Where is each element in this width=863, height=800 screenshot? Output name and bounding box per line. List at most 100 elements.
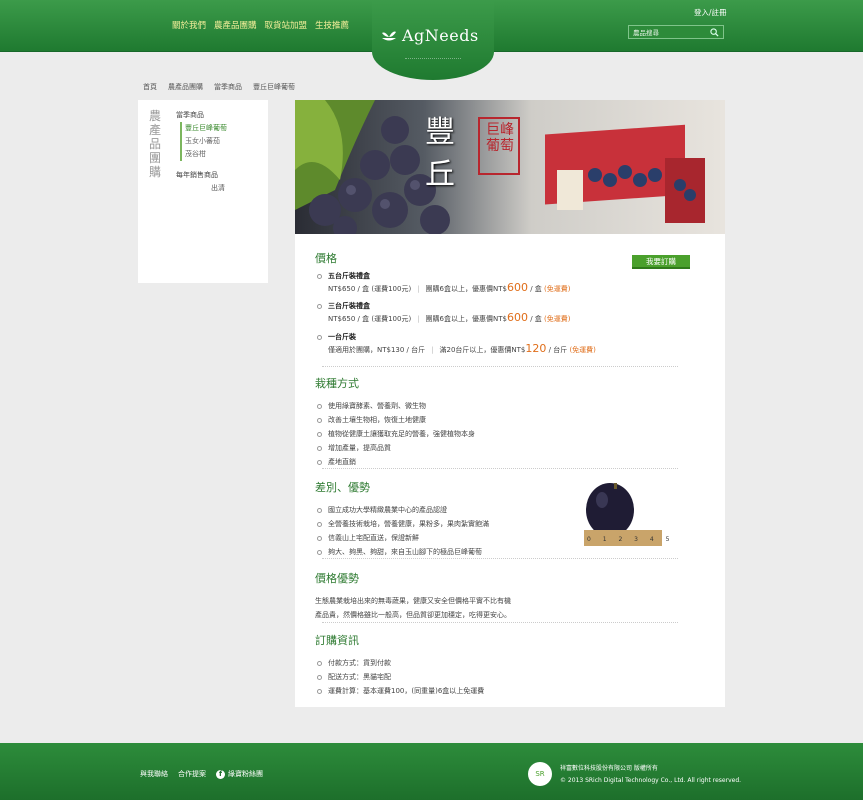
login-link[interactable]: 登入/註冊 bbox=[694, 7, 727, 18]
footer-contact[interactable]: 與我聯絡 bbox=[140, 769, 168, 779]
bullet-icon bbox=[317, 674, 322, 680]
value-title: 價格優勢 bbox=[315, 572, 359, 585]
search-placeholder: 農品搜尋 bbox=[633, 29, 659, 37]
divider: | bbox=[417, 315, 420, 323]
divider: | bbox=[417, 285, 420, 293]
sidebar-group-season[interactable]: 當季商品 bbox=[176, 109, 227, 122]
price-unit: / 盒 bbox=[530, 315, 542, 323]
footer-fanpage[interactable]: f 綠寶粉絲團 bbox=[216, 769, 263, 779]
bullet-icon bbox=[317, 459, 322, 465]
price-bulk-value: 600 bbox=[506, 311, 528, 324]
banner-stamp: 巨峰葡萄 bbox=[486, 122, 514, 154]
bullet-icon bbox=[317, 417, 322, 423]
list-item-text: 改善土壤生物相，恢復土地健康 bbox=[328, 416, 426, 424]
cultivation-section: 栽種方式 使用綠寶酵素、營養劑、微生物 改善土壤生物相，恢復土地健康 植物從健康… bbox=[315, 375, 707, 469]
free-shipping-note: (免運費) bbox=[544, 285, 571, 293]
list-item-text: 配送方式：黑貓宅配 bbox=[328, 673, 391, 681]
sidebar: 農產品團購 當季商品 豐丘巨峰葡萄 玉女小蕃茄 茂谷柑 每年銷售商品 出清 bbox=[138, 100, 268, 283]
price-unit: / 盒 bbox=[530, 285, 542, 293]
list-item-text: 國立成功大學精緻農業中心的產品認證 bbox=[328, 506, 447, 514]
nav-biotech[interactable]: 生技推薦 bbox=[315, 19, 349, 31]
sidebar-group-yearly[interactable]: 每年銷售商品 bbox=[176, 169, 227, 182]
bullet-icon bbox=[317, 403, 322, 409]
price-item: 五台斤裝禮盒 NT$650 / 盒 (運費100元) | 團購6盒以上，優惠價NT$… bbox=[317, 270, 571, 295]
facebook-icon: f bbox=[216, 770, 225, 779]
bullet-icon bbox=[317, 431, 322, 437]
cultivation-title: 栽種方式 bbox=[315, 377, 359, 390]
main-content: 豐丘 巨峰葡萄 價格 我要訂購 五台斤裝禮盒 NT$650 / 盒 (運費100… bbox=[295, 100, 725, 707]
bullet-icon bbox=[317, 334, 322, 340]
product-banner: 豐丘 巨峰葡萄 bbox=[295, 100, 725, 234]
section-divider bbox=[322, 468, 678, 469]
section-divider bbox=[322, 622, 678, 623]
logo-badge[interactable]: AgNeeds bbox=[372, 0, 494, 80]
free-shipping-note: (免運費) bbox=[544, 315, 571, 323]
list-item-text: 使用綠寶酵素、營養劑、微生物 bbox=[328, 402, 426, 410]
sidebar-item-clearance[interactable]: 出清 bbox=[211, 182, 227, 195]
list-item-text: 付款方式：貨到付款 bbox=[328, 659, 391, 667]
order-info-section: 訂購資訊 付款方式：貨到付款 配送方式：黑貓宅配 運費計算：基本運費100，(同… bbox=[315, 632, 707, 698]
list-item: 產地直銷 bbox=[317, 455, 707, 469]
sidebar-item-tomato[interactable]: 玉女小蕃茄 bbox=[185, 135, 227, 148]
price-item: 三台斤裝禮盒 NT$650 / 盒 (運費100元) | 團購6盒以上，優惠價NT$… bbox=[317, 300, 571, 325]
breadcrumb: 首頁 農產品團購 當季商品 豐丘巨峰葡萄 bbox=[143, 82, 295, 92]
price-unit: / 台斤 bbox=[548, 346, 568, 354]
price-base: NT$650 / 盒 (運費100元) bbox=[328, 315, 412, 323]
logo-text: AgNeeds bbox=[402, 26, 479, 45]
site-footer: 與我聯絡 合作提案 f 綠寶粉絲團 SR 祥富數位科技股份有限公司 版權所有 © … bbox=[0, 743, 863, 800]
price-bulk-value: 600 bbox=[506, 281, 528, 294]
list-item-text: 增加產量，提高品質 bbox=[328, 444, 391, 452]
footer-proposal[interactable]: 合作提案 bbox=[178, 769, 206, 779]
order-info-title: 訂購資訊 bbox=[315, 634, 359, 647]
company-logo-icon: SR bbox=[528, 762, 552, 786]
bullet-icon bbox=[317, 549, 322, 555]
leaf-logo-icon bbox=[382, 31, 396, 40]
list-item: 改善土壤生物相，恢復土地健康 bbox=[317, 413, 707, 427]
crumb-season[interactable]: 當季商品 bbox=[214, 82, 242, 92]
value-line: 產品貴，然價格雖比一般高，但品質卻更加穩定，吃得更安心。 bbox=[315, 611, 511, 619]
price-bulk-label: 團購6盒以上，優惠價NT$ bbox=[425, 285, 507, 293]
footer-fanpage-label: 綠寶粉絲團 bbox=[228, 770, 263, 778]
footer-links: 與我聯絡 合作提案 f 綠寶粉絲團 bbox=[140, 769, 263, 779]
copyright-text: © 2013 SRich Digital Technology Co., Ltd… bbox=[560, 777, 742, 784]
price-item-name: 一台斤裝 bbox=[328, 333, 356, 341]
list-item: 使用綠寶酵素、營養劑、微生物 bbox=[317, 399, 707, 413]
nav-about[interactable]: 關於我們 bbox=[172, 19, 206, 31]
divider: | bbox=[431, 346, 434, 354]
nav-pickup-join[interactable]: 取貨站加盟 bbox=[265, 19, 308, 31]
price-item-name: 三台斤裝禮盒 bbox=[328, 302, 370, 310]
bullet-icon bbox=[317, 660, 322, 666]
free-shipping-note: (免運費) bbox=[569, 346, 596, 354]
price-base: NT$650 / 盒 (運費100元) bbox=[328, 285, 412, 293]
sidebar-item-tangor[interactable]: 茂谷柑 bbox=[185, 148, 227, 161]
price-item-name: 五台斤裝禮盒 bbox=[328, 272, 370, 280]
sidebar-item-grape[interactable]: 豐丘巨峰葡萄 bbox=[185, 122, 227, 135]
ruler-scale: 0 1 2 3 4 5 bbox=[587, 536, 675, 543]
nav-group-buy[interactable]: 農產品團購 bbox=[214, 19, 257, 31]
section-divider bbox=[322, 558, 678, 559]
bullet-icon bbox=[317, 535, 322, 541]
list-item: 植物從健康土讓獲取充足的營養，強健植物本身 bbox=[317, 427, 707, 441]
list-item: 付款方式：貨到付款 bbox=[317, 656, 707, 670]
price-item: 一台斤裝 僅適用於團購，NT$130 / 台斤 | 滿20台斤以上，優惠價NT$12… bbox=[317, 331, 596, 356]
crumb-group-buy[interactable]: 農產品團購 bbox=[168, 82, 203, 92]
search-input[interactable]: 農品搜尋 bbox=[628, 25, 724, 39]
price-bulk-value: 120 bbox=[525, 342, 547, 355]
logo-ornament bbox=[405, 58, 461, 66]
list-item: 運費計算：基本運費100，(同重量)6盒以上免運費 bbox=[317, 684, 707, 698]
list-item: 配送方式：黑貓宅配 bbox=[317, 670, 707, 684]
sidebar-menu: 當季商品 豐丘巨峰葡萄 玉女小蕃茄 茂谷柑 每年銷售商品 出清 bbox=[176, 109, 227, 195]
top-nav: 關於我們 農產品團購 取貨站加盟 生技推薦 bbox=[172, 19, 349, 31]
bullet-icon bbox=[317, 507, 322, 513]
site-logo: AgNeeds bbox=[380, 26, 486, 45]
crumb-home[interactable]: 首頁 bbox=[143, 82, 157, 92]
value-line: 生態農業栽培出來的無毒蔬果，健康又安全但價格平實不比有機 bbox=[315, 597, 511, 605]
banner-title: 豐丘 bbox=[425, 115, 455, 192]
list-item-text: 夠大、夠黑、夠甜，來自玉山腳下的極品巨峰葡萄 bbox=[328, 548, 482, 556]
price-base: 僅適用於團購，NT$130 / 台斤 bbox=[328, 346, 426, 354]
search-icon[interactable] bbox=[710, 27, 719, 37]
order-button[interactable]: 我要訂購 bbox=[632, 255, 690, 269]
price-bulk-label: 團購6盒以上，優惠價NT$ bbox=[425, 315, 507, 323]
bullet-icon bbox=[317, 303, 322, 309]
bullet-icon bbox=[317, 273, 322, 279]
